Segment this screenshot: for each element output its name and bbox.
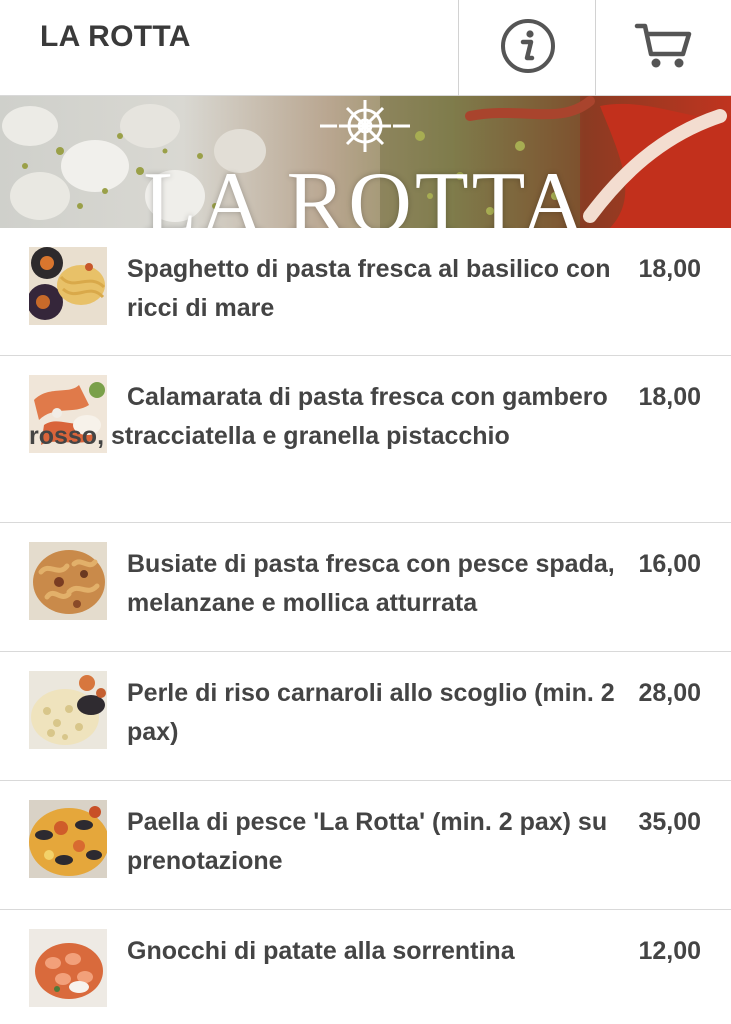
dish-price: 16,00 (638, 550, 701, 578)
dish-name: Gnocchi di patate alla sorrentina (127, 937, 515, 965)
dish-price: 18,00 (638, 383, 701, 411)
dish-name: Paella di pesce 'La Rotta' (min. 2 pax) … (127, 808, 608, 875)
top-bar: LA ROTTA (0, 0, 731, 96)
menu-list: Spaghetto di pasta fresca al basilico co… (0, 228, 731, 1024)
hero-banner: LA ROTTA (0, 96, 731, 228)
dish-thumbnail[interactable] (29, 929, 107, 1007)
dish-thumbnail[interactable] (29, 247, 107, 325)
menu-item[interactable]: Gnocchi di patate alla sorrentina 12,00 (0, 910, 731, 1024)
dish-name: Calamarata di pasta fresca con gambero r… (29, 383, 608, 450)
info-button[interactable] (458, 0, 596, 96)
app-title[interactable]: LA ROTTA (40, 20, 191, 54)
cart-icon (634, 20, 694, 77)
dish-price: 12,00 (638, 937, 701, 965)
menu-item[interactable]: Spaghetto di pasta fresca al basilico co… (0, 228, 731, 356)
dish-thumbnail[interactable] (29, 671, 107, 749)
banner-logo-text: LA ROTTA (143, 155, 588, 229)
cart-button[interactable] (595, 0, 731, 96)
dish-price: 35,00 (638, 808, 701, 836)
menu-item[interactable]: Perle di riso carnaroli allo scoglio (mi… (0, 652, 731, 781)
dish-thumbnail[interactable] (29, 542, 107, 620)
menu-item[interactable]: Busiate di pasta fresca con pesce spada,… (0, 523, 731, 652)
menu-item[interactable]: Paella di pesce 'La Rotta' (min. 2 pax) … (0, 781, 731, 910)
dish-name: Spaghetto di pasta fresca al basilico co… (127, 255, 611, 322)
dish-thumbnail[interactable] (29, 800, 107, 878)
info-icon (500, 18, 556, 79)
dish-name: Perle di riso carnaroli allo scoglio (mi… (127, 679, 615, 746)
dish-name: Busiate di pasta fresca con pesce spada,… (127, 550, 615, 617)
dish-price: 28,00 (638, 679, 701, 707)
dish-price: 18,00 (638, 255, 701, 283)
menu-item[interactable]: Calamarata di pasta fresca con gambero r… (0, 356, 731, 523)
